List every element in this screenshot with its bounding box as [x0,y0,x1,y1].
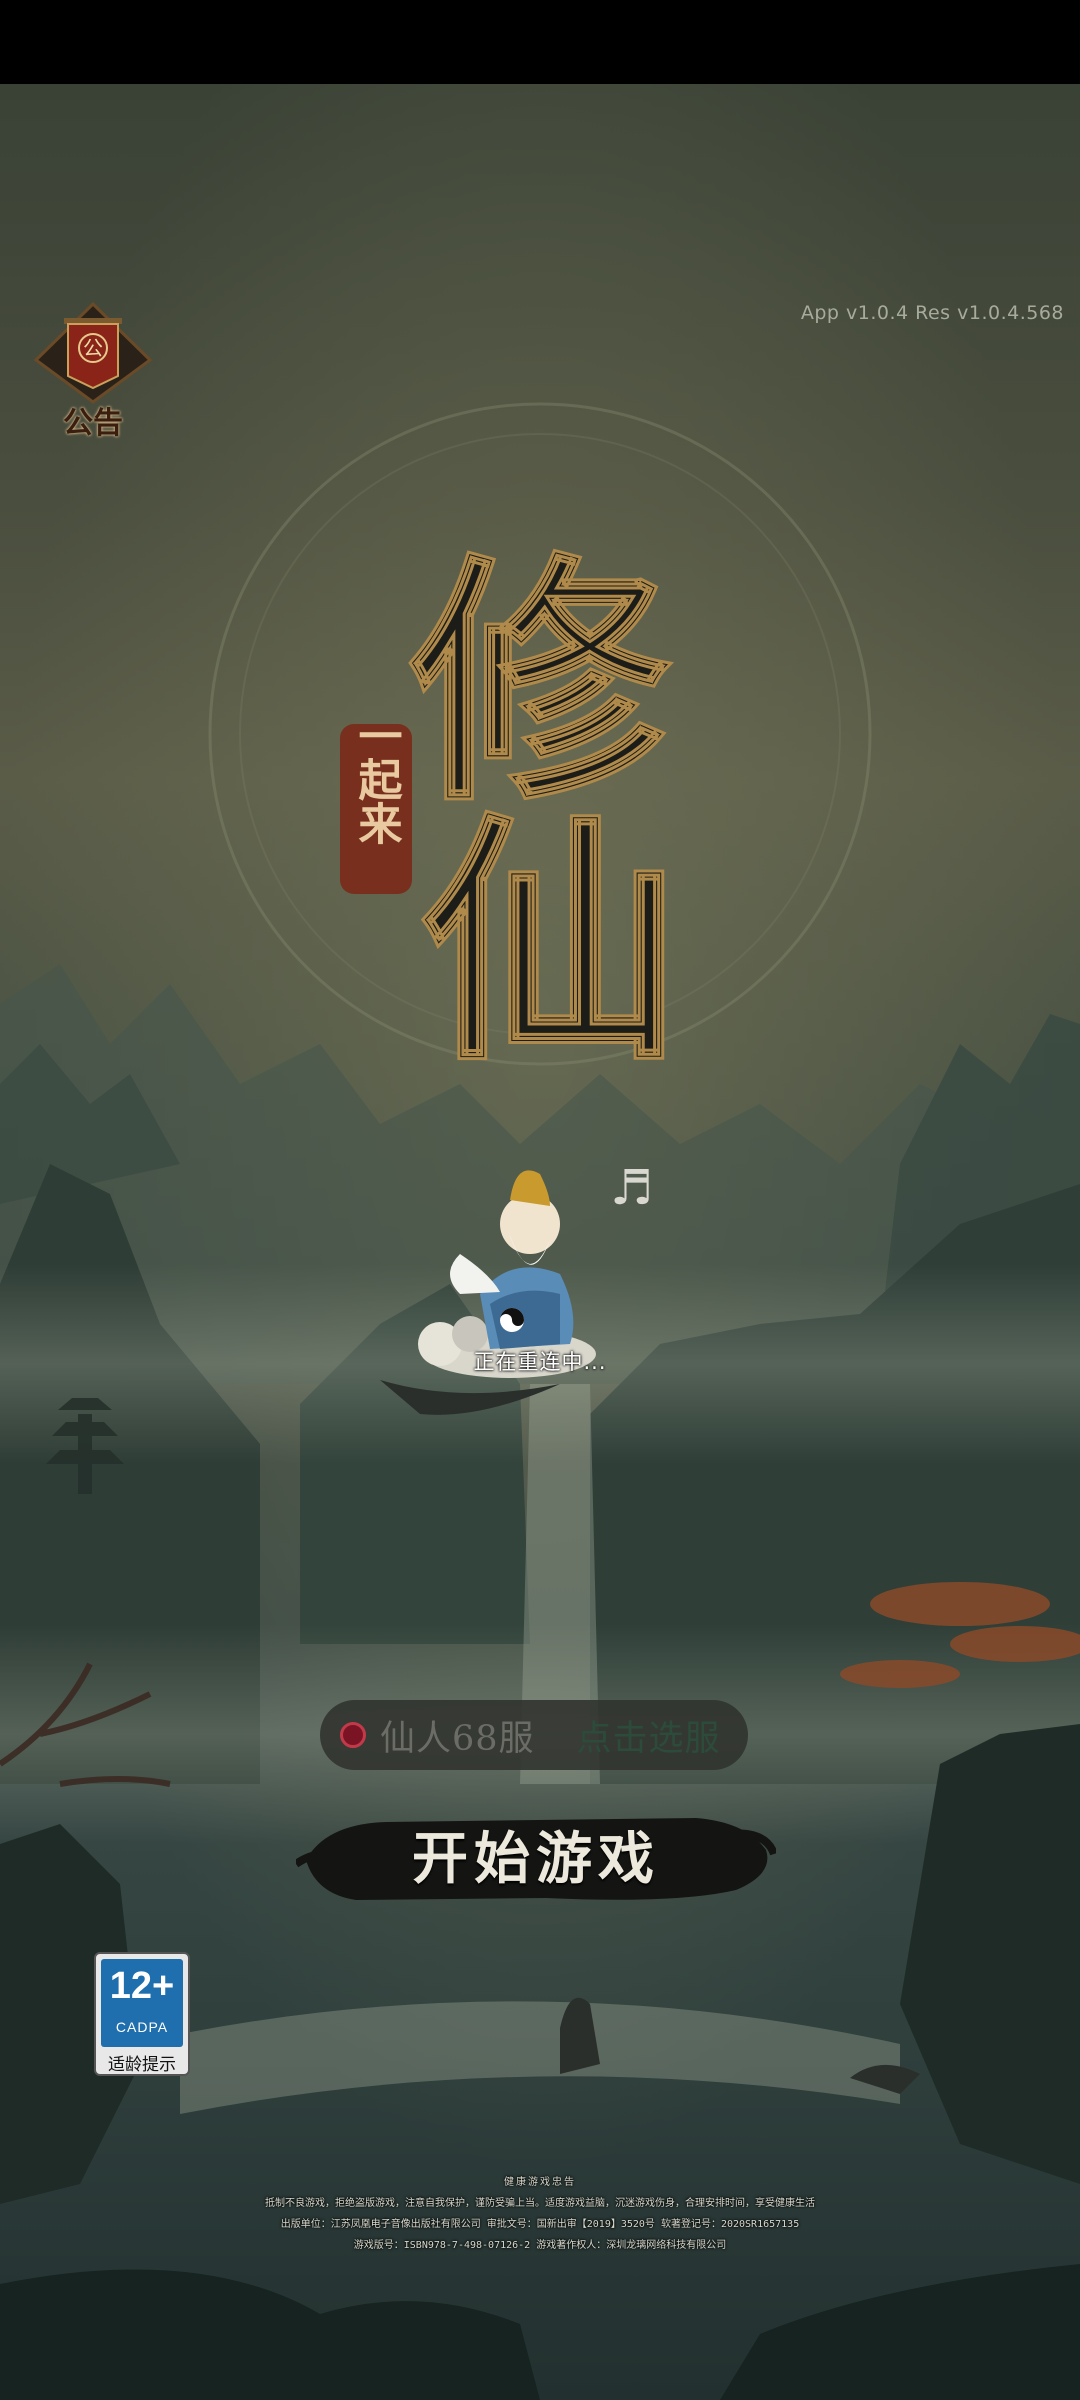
health-notice-line-1: 抵制不良游戏，拒绝盗版游戏，注意自我保护，谨防受骗上当。适度游戏益脑，沉迷游戏伤… [265,2198,815,2209]
notice-banner-icon: 公 [33,301,153,404]
music-note-icon: ♬ [610,1160,653,1216]
version-text: App v1.0.4 Res v1.0.4.568 [800,302,1064,324]
age-rating-tip: 适龄提示 [108,2055,176,2075]
notice-button[interactable]: 公 公告 [28,298,158,441]
logo-title: 修仙 [340,474,342,475]
notice-label: 公告 [63,406,123,441]
publisher-info-line: 出版单位：江苏凤凰电子音像出版社有限公司 审批文号：国新出审【2019】3520… [280,2219,800,2230]
server-selector[interactable]: 仙人68服 点击选服 [320,1700,748,1770]
age-rating-number: 12+ [109,1965,175,2007]
status-bar [0,0,1080,84]
notice-emblem: 公 [83,336,103,360]
health-notice: 健康游戏忠告 抵制不良游戏，拒绝盗版游戏，注意自我保护，谨防受骗上当。适度游戏益… [0,2172,1080,2256]
logo-title-char-2: 仙 [420,791,680,1096]
license-info-line: 游戏版号：ISBN978-7-498-07126-2 游戏著作权人：深圳龙璃网络… [353,2240,727,2251]
game-view: App v1.0.4 Res v1.0.4.568 公 公告 一起来 修 仙 修… [0,84,1080,2400]
reconnect-status: 正在重连中... [473,1350,607,1374]
age-rating-badge[interactable]: 12+ CADPA 适龄提示 [94,1952,190,2076]
start-game-button[interactable]: 开始游戏 [293,1794,778,1924]
server-name: 仙人68服 [380,1718,535,1759]
select-server-link[interactable]: 点击选服 [577,1710,721,1761]
screen: App v1.0.4 Res v1.0.4.568 公 公告 一起来 修 仙 修… [0,0,1080,2400]
age-rating-org: CADPA [115,2019,169,2035]
health-notice-title: 健康游戏忠告 [504,2177,576,2188]
game-logo: 一起来 修 仙 修仙 [340,474,682,1098]
start-game-label: 开始游戏 [412,1826,660,1892]
server-status-dot [340,1722,366,1748]
age-rating-panel: 12+ CADPA [101,1959,183,2047]
logo-subtitle: 一起来 [351,713,403,845]
